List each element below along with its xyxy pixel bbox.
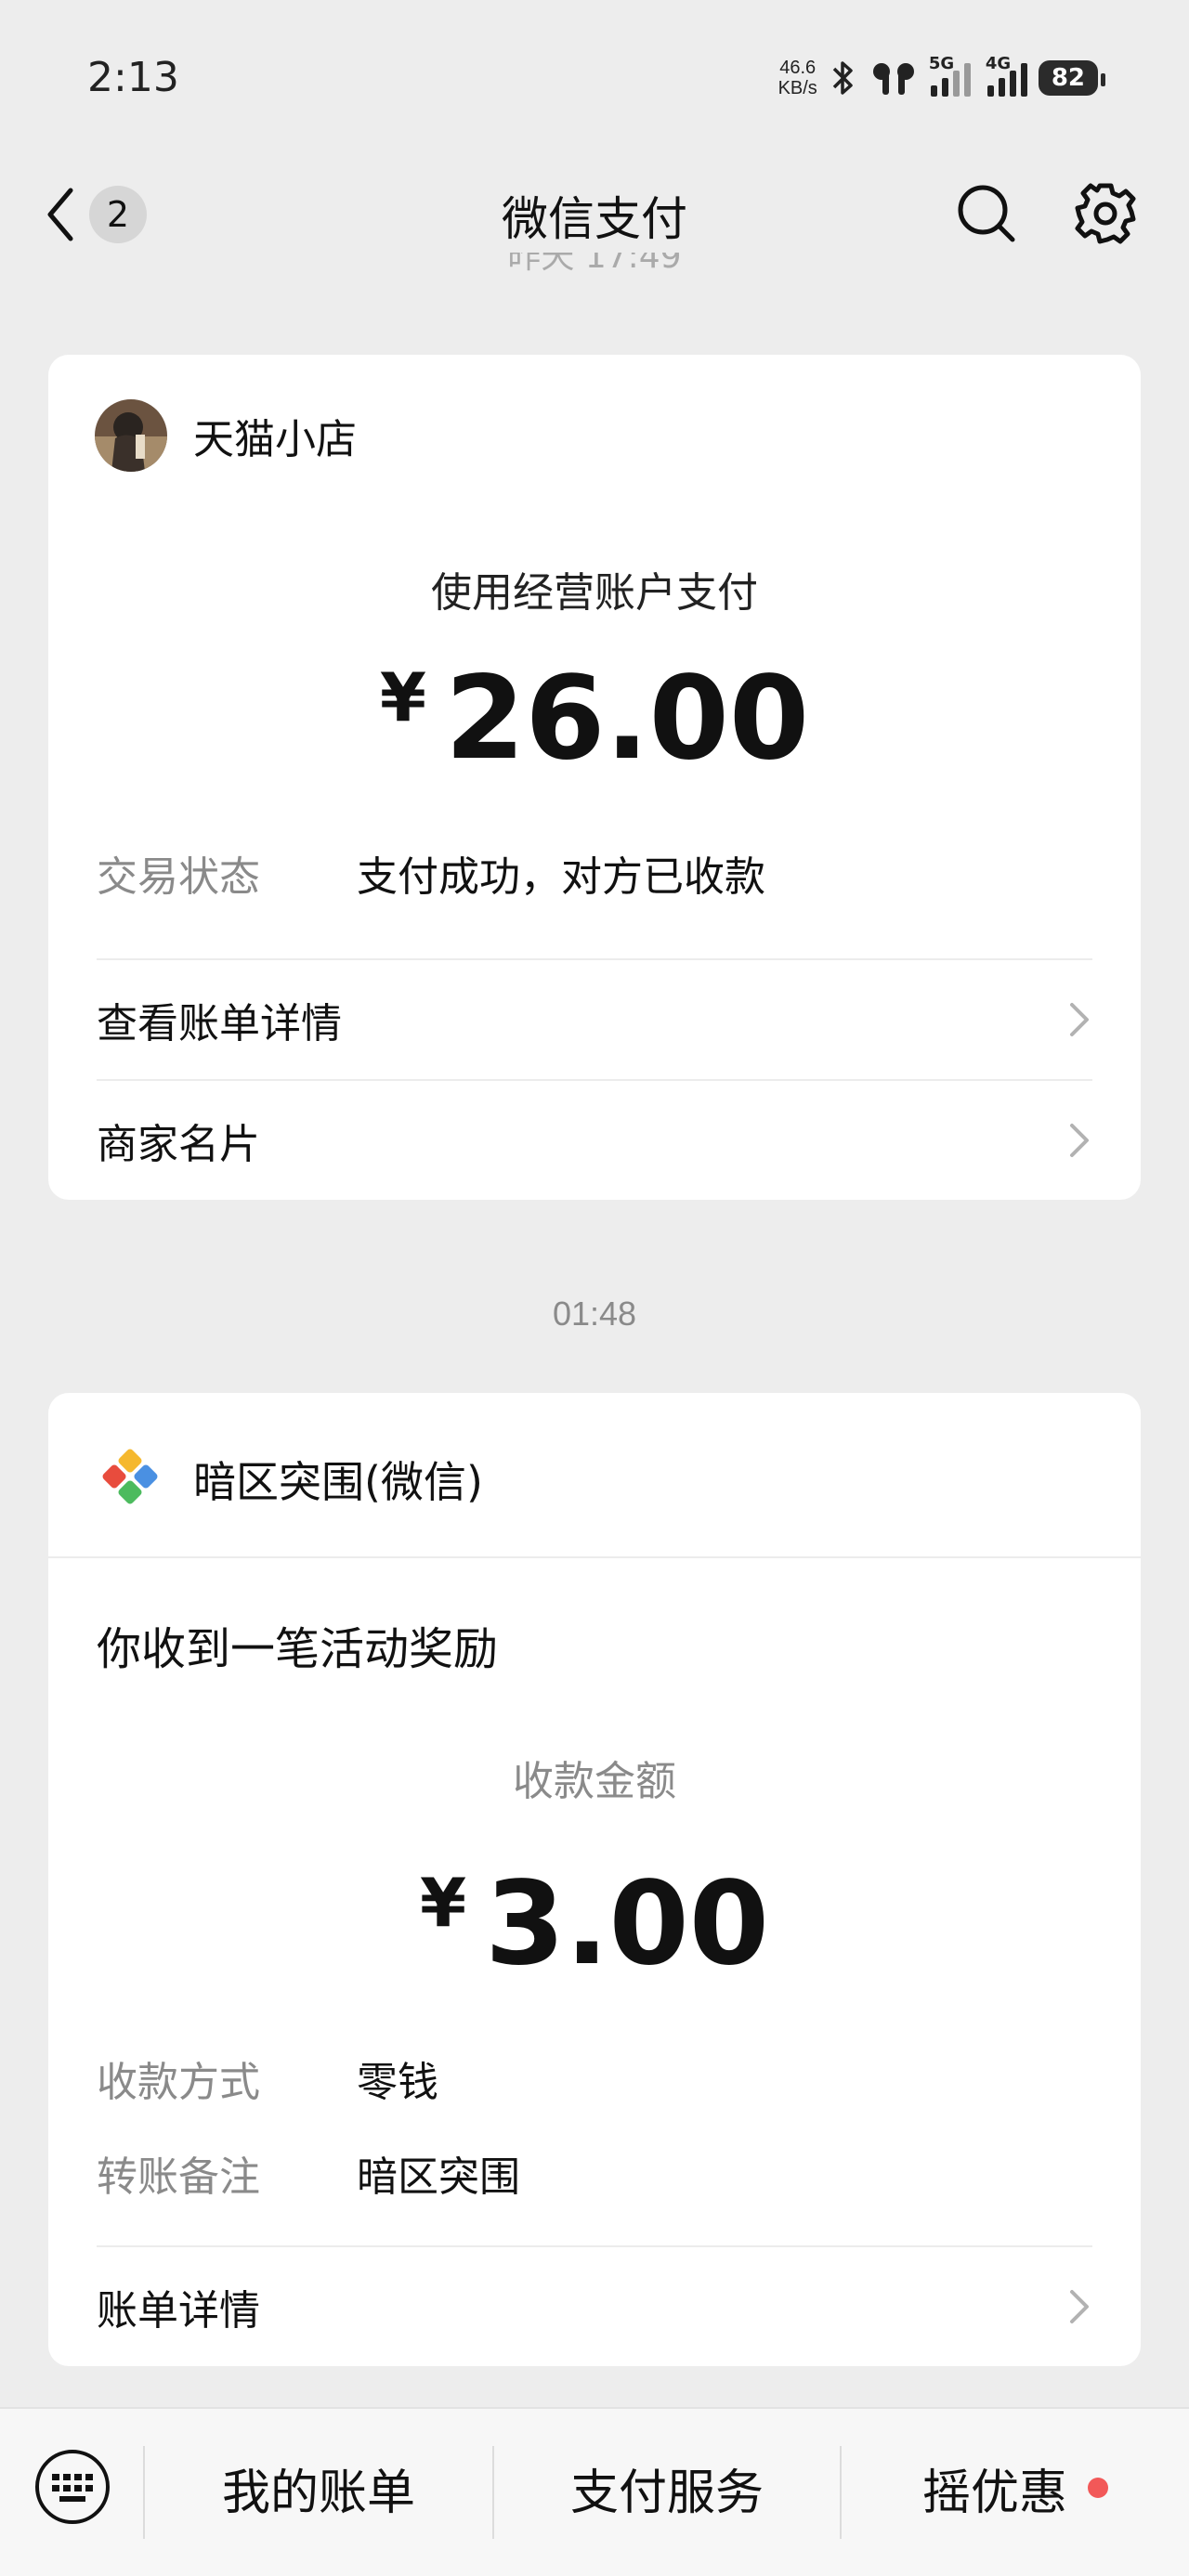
amount-value: 26.00 bbox=[444, 652, 810, 786]
message-timestamp: 01:48 bbox=[552, 1295, 637, 1333]
merchant-name: 天猫小店 bbox=[193, 416, 357, 463]
notification-dot bbox=[1088, 2478, 1108, 2498]
view-bill-detail-label: 查看账单详情 bbox=[97, 1000, 342, 1047]
note-value: 暗区突围 bbox=[357, 2153, 520, 2201]
method-label: 收款方式 bbox=[97, 2059, 260, 2106]
game-logo-icon bbox=[102, 1449, 158, 1504]
search-icon[interactable] bbox=[955, 182, 1018, 245]
receive-method-row: 收款方式 零钱 bbox=[97, 2049, 438, 2108]
currency-symbol: ¥ bbox=[419, 1864, 467, 1942]
payment-method: 使用经营账户支付 bbox=[431, 569, 758, 617]
signal-sim2-icon: 4G bbox=[986, 54, 1027, 97]
amount-value: 3.00 bbox=[485, 1857, 770, 1991]
merchant-card-label: 商家名片 bbox=[97, 1121, 260, 1168]
note-label: 转账备注 bbox=[97, 2153, 260, 2201]
avatar bbox=[95, 399, 167, 472]
status-value: 支付成功，对方已收款 bbox=[357, 853, 765, 901]
reward-card: 暗区突围(微信) 你收到一笔活动奖励 收款金额 ¥3.00 收款方式 零钱 转账… bbox=[48, 1393, 1141, 2366]
bill-detail-label: 账单详情 bbox=[97, 2287, 260, 2335]
method-value: 零钱 bbox=[357, 2059, 438, 2106]
payment-amount: ¥26.00 bbox=[48, 652, 1141, 786]
battery-indicator: 82 bbox=[1038, 60, 1106, 96]
reward-title: 你收到一笔活动奖励 bbox=[97, 1623, 499, 1675]
amount-label: 收款金额 bbox=[513, 1758, 676, 1805]
currency-symbol: ¥ bbox=[379, 658, 426, 736]
chevron-right-icon bbox=[1070, 1003, 1089, 1036]
network-speed: 46.6 KB/s bbox=[777, 58, 817, 98]
merchant-card-link[interactable]: 商家名片 bbox=[97, 1081, 1092, 1200]
bottom-menu-bar: 我的账单 支付服务 摇优惠 bbox=[0, 2407, 1189, 2576]
tab-my-bills[interactable]: 我的账单 bbox=[145, 2446, 492, 2530]
bill-detail-link[interactable]: 账单详情 bbox=[97, 2247, 1092, 2366]
merchant-header[interactable]: 天猫小店 bbox=[95, 399, 357, 472]
status-time: 2:13 bbox=[87, 54, 179, 101]
keyboard-icon[interactable] bbox=[33, 2448, 111, 2526]
tab-payment-services[interactable]: 支付服务 bbox=[494, 2446, 840, 2530]
transaction-status-row: 交易状态 支付成功，对方已收款 bbox=[97, 843, 765, 903]
transfer-note-row: 转账备注 暗区突围 bbox=[97, 2143, 520, 2203]
earbuds-icon bbox=[872, 63, 914, 95]
partial-timestamp: 昨天 17:49 bbox=[507, 253, 682, 276]
signal-sim1-icon: 5G bbox=[929, 54, 971, 97]
reward-amount: ¥3.00 bbox=[48, 1857, 1141, 1991]
merchant-header[interactable]: 暗区突围(微信) bbox=[48, 1393, 1141, 1558]
merchant-name: 暗区突围(微信) bbox=[193, 1457, 483, 1507]
payment-card: 天猫小店 使用经营账户支付 ¥26.00 交易状态 支付成功，对方已收款 查看账… bbox=[48, 355, 1141, 1200]
view-bill-detail-link[interactable]: 查看账单详情 bbox=[97, 960, 1092, 1079]
tab-shake-offers-label: 摇优惠 bbox=[921, 2465, 1067, 2521]
tab-shake-offers[interactable]: 摇优惠 bbox=[842, 2446, 1189, 2530]
chevron-right-icon bbox=[1070, 1124, 1089, 1157]
status-label: 交易状态 bbox=[97, 853, 260, 901]
status-icons: 46.6 KB/s 5G 4G 82 bbox=[777, 52, 1106, 104]
bluetooth-icon bbox=[832, 61, 853, 95]
status-bar: 2:13 46.6 KB/s 5G 4G 82 bbox=[0, 0, 1189, 149]
gear-icon[interactable] bbox=[1074, 182, 1137, 245]
chevron-right-icon bbox=[1070, 2290, 1089, 2323]
